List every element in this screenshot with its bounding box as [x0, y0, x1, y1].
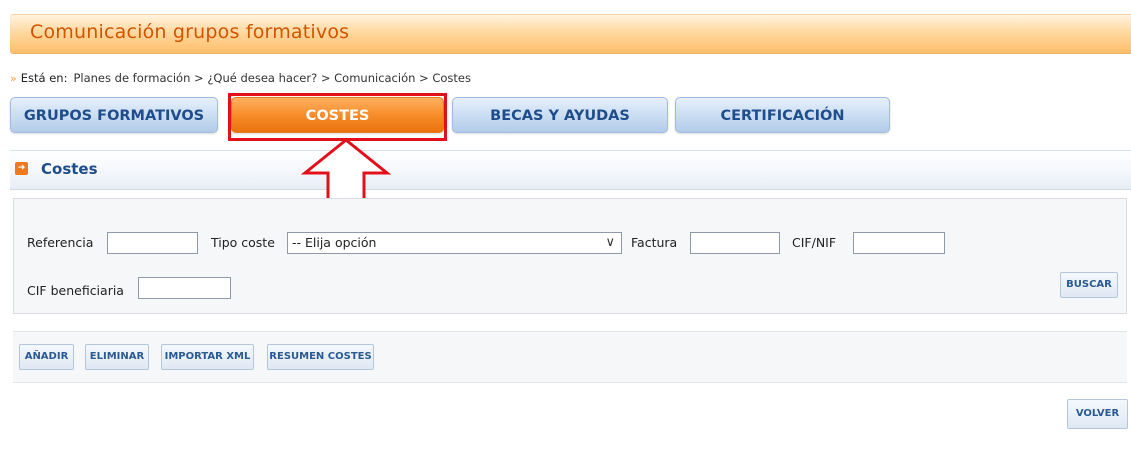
tab-grupos-formativos[interactable]: GRUPOS FORMATIVOS	[10, 97, 218, 133]
section-title: Costes	[41, 160, 98, 178]
tipo-coste-select[interactable]: -- Elija opción ∨	[287, 232, 622, 254]
filter-panel: Referencia Tipo coste -- Elija opción ∨ …	[13, 198, 1127, 314]
tab-becas-y-ayudas[interactable]: BECAS Y AYUDAS	[452, 97, 668, 133]
section-header: ➜ Costes	[10, 150, 1131, 190]
cif-beneficiaria-input[interactable]	[138, 277, 231, 299]
page-title: Comunicación grupos formativos	[30, 21, 350, 43]
tipo-coste-label: Tipo coste	[211, 235, 275, 250]
actions-panel: AÑADIR ELIMINAR IMPORTAR XML RESUMEN COS…	[13, 331, 1127, 383]
chevron-down-icon: ∨	[605, 235, 615, 250]
referencia-input[interactable]	[107, 232, 198, 254]
resumen-costes-button[interactable]: RESUMEN COSTES	[267, 344, 374, 370]
breadcrumb: » Está en: Planes de formación > ¿Qué dese…	[10, 71, 471, 85]
arrow-right-icon: ➜	[15, 162, 28, 175]
breadcrumb-arrow-icon: »	[10, 72, 17, 85]
cif-nif-input[interactable]	[853, 232, 945, 254]
volver-button[interactable]: VOLVER	[1067, 399, 1128, 429]
eliminar-button[interactable]: ELIMINAR	[85, 344, 149, 370]
anadir-button[interactable]: AÑADIR	[19, 344, 74, 370]
importar-xml-button[interactable]: IMPORTAR XML	[161, 344, 254, 370]
tipo-coste-selected: -- Elija opción	[292, 235, 377, 250]
cif-nif-label: CIF/NIF	[792, 235, 837, 250]
factura-input[interactable]	[690, 232, 780, 254]
factura-label: Factura	[631, 235, 678, 250]
tab-certificacion[interactable]: CERTIFICACIÓN	[675, 97, 890, 133]
cif-beneficiaria-label: CIF beneficiaria	[27, 283, 124, 298]
page-header: Comunicación grupos formativos	[10, 14, 1131, 54]
referencia-label: Referencia	[27, 235, 94, 250]
breadcrumb-path[interactable]: Planes de formación > ¿Qué desea hacer? …	[73, 71, 471, 85]
buscar-button[interactable]: BUSCAR	[1060, 272, 1118, 298]
breadcrumb-lead: Está en:	[20, 71, 68, 85]
tab-highlight-box	[228, 93, 447, 141]
